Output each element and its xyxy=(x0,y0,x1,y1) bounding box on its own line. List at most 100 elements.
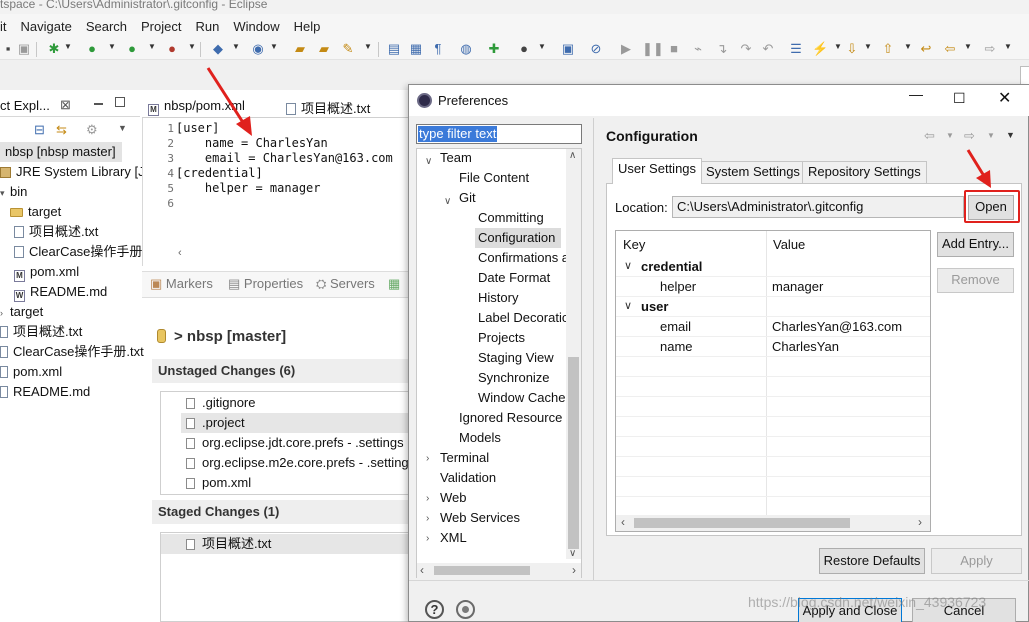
code-line[interactable]: helper = manager xyxy=(176,181,321,195)
tree-item-confirmations[interactable]: Confirmations a xyxy=(478,248,569,268)
filter-input-text[interactable]: type filter text xyxy=(418,126,498,142)
tree-item-ignored-resources[interactable]: Ignored Resource xyxy=(459,408,562,428)
tree-item-window-cache[interactable]: Window Cache xyxy=(478,388,565,408)
chevron-down-icon[interactable]: ▼ xyxy=(864,42,872,51)
show-whitespace-icon[interactable]: ¶ xyxy=(430,41,446,57)
resume-icon[interactable]: ▶ xyxy=(618,41,634,57)
toggle-breadcrumb-icon[interactable]: ▤ xyxy=(386,41,402,57)
chevron-down-icon[interactable]: ▼ xyxy=(1004,42,1012,51)
git-icon[interactable]: ✚ xyxy=(486,41,502,57)
unstaged-changes-header[interactable]: Unstaged Changes (6) xyxy=(152,359,410,383)
menu-search[interactable]: Search xyxy=(86,19,127,34)
chevron-down-icon[interactable]: ▼ xyxy=(64,42,72,51)
scroll-down-icon[interactable]: ∨ xyxy=(569,548,576,559)
chevron-right-icon[interactable]: › xyxy=(426,513,429,524)
close-icon[interactable]: ✕ xyxy=(998,88,1011,108)
chevron-down-icon[interactable]: ▼ xyxy=(987,131,995,140)
column-header-key[interactable]: Key xyxy=(623,237,645,252)
link-with-editor-icon[interactable]: ⇆ xyxy=(56,122,67,138)
tree-item-web-services[interactable]: Web Services xyxy=(440,508,520,528)
tree-item-file[interactable]: ClearCase操作手册 xyxy=(14,242,142,262)
maximize-icon[interactable]: ☐ xyxy=(953,90,966,107)
chevron-right-icon[interactable]: › xyxy=(426,533,429,544)
chevron-right-icon[interactable]: › xyxy=(426,493,429,504)
chevron-down-icon[interactable]: ▼ xyxy=(964,42,972,51)
entry-value[interactable]: CharlesYan@163.com xyxy=(772,319,902,334)
unstaged-item[interactable]: .project xyxy=(181,413,410,433)
tab-repository-settings[interactable]: Repository Settings xyxy=(802,161,927,183)
chevron-down-icon[interactable]: ▾ xyxy=(0,183,10,203)
chevron-down-icon[interactable]: ▼ xyxy=(232,42,240,51)
tree-item-file[interactable]: Mpom.xml xyxy=(14,262,79,282)
menu-navigate[interactable]: Navigate xyxy=(21,19,72,34)
scroll-up-icon[interactable]: ∧ xyxy=(569,150,576,161)
chevron-down-icon[interactable]: ▼ xyxy=(538,42,546,51)
column-header-value[interactable]: Value xyxy=(773,237,805,252)
view-menu-icon[interactable]: ▼ xyxy=(118,123,127,133)
minimize-icon[interactable] xyxy=(94,102,103,105)
tree-item-file[interactable]: 项目概述.txt xyxy=(14,222,98,242)
tree-scroll-thumb[interactable] xyxy=(568,357,579,549)
tree-item-history[interactable]: History xyxy=(478,288,518,308)
menu-project[interactable]: Project xyxy=(141,19,181,34)
entry-value[interactable]: CharlesYan xyxy=(772,339,839,354)
suspend-icon[interactable]: ❚❚ xyxy=(642,41,664,57)
scroll-left-icon[interactable]: ‹ xyxy=(178,247,182,259)
chevron-down-icon[interactable]: ▼ xyxy=(148,42,156,51)
tree-item-synchronize[interactable]: Synchronize xyxy=(478,368,550,388)
back-icon[interactable]: ⇦ xyxy=(924,128,935,144)
debug-icon[interactable]: ✱ xyxy=(46,41,62,57)
chevron-down-icon[interactable]: ▼ xyxy=(904,42,912,51)
tree-item-bin[interactable]: ▾ bin xyxy=(0,182,27,202)
back-icon[interactable]: ⇦ xyxy=(942,41,958,57)
tree-item-team[interactable]: Team xyxy=(440,148,472,168)
staged-changes-header[interactable]: Staged Changes (1) xyxy=(152,500,410,524)
previous-annotation-icon[interactable]: ⇧ xyxy=(880,41,896,57)
close-icon[interactable]: ⊠ xyxy=(60,97,71,113)
add-entry-button[interactable]: Add Entry... xyxy=(937,232,1014,257)
scroll-right-icon[interactable]: › xyxy=(918,515,922,529)
open-preferences-icon[interactable] xyxy=(456,600,475,619)
forward-icon[interactable]: ⇨ xyxy=(964,128,975,144)
tab-system-settings[interactable]: System Settings xyxy=(700,161,806,183)
group-user[interactable]: user xyxy=(641,299,668,314)
unstaged-item[interactable]: org.eclipse.m2e.core.prefs - .setting xyxy=(186,453,409,473)
tree-item-xml[interactable]: XML xyxy=(440,528,467,548)
step-return-icon[interactable]: ↶ xyxy=(760,41,776,57)
entry-value[interactable]: manager xyxy=(772,279,823,294)
tree-item-validation[interactable]: Validation xyxy=(440,468,496,488)
tree-item-file[interactable]: W README.md xyxy=(14,282,107,302)
step-over-icon[interactable]: ↷ xyxy=(738,41,754,57)
chevron-down-icon[interactable]: ▼ xyxy=(364,42,372,51)
entry-key[interactable]: email xyxy=(660,319,691,334)
new-web-icon[interactable]: ◉ xyxy=(250,41,266,57)
open-project-icon[interactable]: ▰ xyxy=(316,41,332,57)
terminate-icon[interactable]: ■ xyxy=(666,41,682,57)
location-field[interactable]: C:\Users\Administrator\.gitconfig xyxy=(672,196,964,218)
run-icon[interactable]: ● xyxy=(84,41,100,57)
mark-occurrences-icon[interactable]: ▦ xyxy=(408,41,424,57)
entry-key[interactable]: name xyxy=(660,339,693,354)
coverage-icon[interactable]: ● xyxy=(164,41,180,57)
tree-item-file-content[interactable]: File Content xyxy=(459,168,529,188)
code-line[interactable]: [credential] xyxy=(176,166,263,180)
unstaged-item[interactable]: .gitignore xyxy=(186,393,255,413)
open-folder-icon[interactable]: ▰ xyxy=(292,41,308,57)
user-icon[interactable]: ● xyxy=(516,41,532,57)
entry-key[interactable]: helper xyxy=(660,279,696,294)
scroll-left-icon[interactable]: ‹ xyxy=(420,563,424,577)
editor-tab[interactable]: 项目概述.txt xyxy=(286,98,370,117)
chevron-down-icon[interactable]: ∨ xyxy=(624,299,632,312)
tree-item-file[interactable]: ClearCase操作手册.txt xyxy=(0,342,144,362)
chevron-down-icon[interactable]: ∨ xyxy=(624,259,632,272)
tree-item-label-decorations[interactable]: Label Decoratio xyxy=(478,308,569,328)
tab-user-settings[interactable]: User Settings xyxy=(612,158,703,184)
tree-item-project[interactable]: nbsp [nbsp master] xyxy=(0,142,122,162)
disconnect-icon[interactable]: ⌁ xyxy=(690,41,706,57)
staged-item[interactable]: 项目概述.txt xyxy=(161,534,410,554)
tree-item-target[interactable]: › target xyxy=(0,302,43,322)
tab-servers[interactable]: ⛭ Servers xyxy=(316,276,375,292)
scroll-right-icon[interactable]: › xyxy=(572,563,576,577)
chevron-down-icon[interactable]: ▼ xyxy=(834,42,842,51)
tree-item-configuration[interactable]: Configuration xyxy=(475,228,561,248)
